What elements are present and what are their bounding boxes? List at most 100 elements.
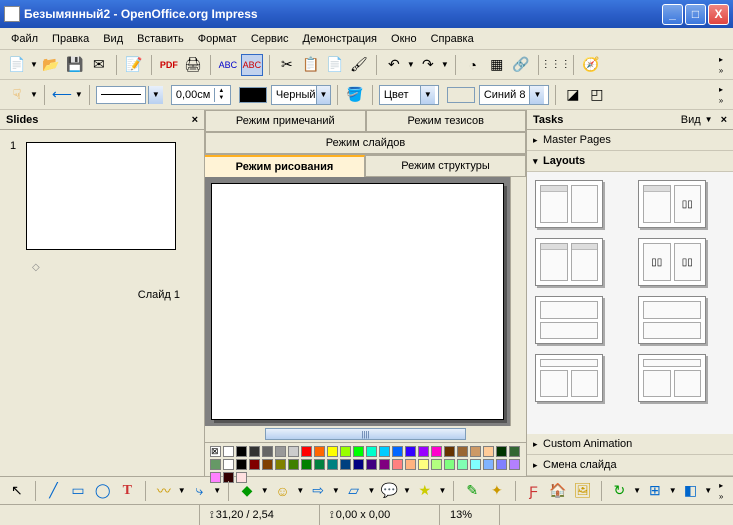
fill-type-dd-icon[interactable]: ▼ — [420, 86, 435, 104]
status-zoom[interactable]: 13% — [440, 505, 500, 525]
redo-dropdown-icon[interactable]: ▼ — [441, 60, 449, 69]
navigator-icon[interactable]: 🧭 — [580, 54, 602, 76]
color-swatch[interactable] — [340, 459, 351, 470]
color-swatch[interactable] — [496, 459, 507, 470]
auto-spellcheck-icon[interactable]: ABC — [241, 54, 263, 76]
line-style-dd-icon[interactable]: ▼ — [148, 86, 163, 104]
save-icon[interactable]: 💾 — [64, 54, 86, 76]
arrange-dd-icon[interactable]: ▼ — [704, 486, 712, 495]
line-style-selector[interactable] — [96, 86, 146, 104]
color-swatch[interactable] — [366, 446, 377, 457]
email-icon[interactable]: ✉ — [88, 54, 110, 76]
tasks-panel-close-icon[interactable]: × — [721, 114, 727, 126]
drawbar-expand-icon[interactable]: ▸» — [715, 480, 727, 502]
color-swatch[interactable] — [509, 446, 520, 457]
shadow-icon[interactable]: ◪ — [562, 84, 584, 106]
color-swatch[interactable] — [327, 446, 338, 457]
gallery-icon[interactable]: 🖼 — [572, 480, 594, 502]
minimize-button[interactable]: _ — [662, 4, 683, 25]
color-swatch[interactable] — [470, 459, 481, 470]
menu-edit[interactable]: Правка — [45, 31, 96, 47]
color-swatch[interactable] — [249, 459, 260, 470]
color-swatch[interactable] — [418, 446, 429, 457]
basic-shapes-icon[interactable]: ◆ — [236, 480, 258, 502]
color-swatch[interactable] — [249, 446, 260, 457]
open-icon[interactable]: 📂 — [40, 54, 62, 76]
redo-icon[interactable]: ↷ — [417, 54, 439, 76]
slide-canvas[interactable] — [211, 183, 504, 420]
arrange-icon[interactable]: ◧ — [680, 480, 702, 502]
stars-icon[interactable]: ★ — [414, 480, 436, 502]
menu-insert[interactable]: Вставить — [130, 31, 191, 47]
color-swatch[interactable] — [262, 459, 273, 470]
layout-item[interactable] — [535, 296, 603, 344]
color-swatch[interactable] — [353, 446, 364, 457]
grid-icon[interactable]: ⋮⋮⋮ — [545, 54, 567, 76]
color-swatch[interactable] — [275, 446, 286, 457]
color-swatch[interactable] — [366, 459, 377, 470]
line-icon[interactable]: ╱ — [43, 480, 65, 502]
layout-item[interactable] — [638, 296, 706, 344]
edit-doc-icon[interactable]: 📝 — [123, 54, 145, 76]
slides-panel-close-icon[interactable]: × — [192, 114, 198, 126]
color-swatch[interactable] — [509, 459, 520, 470]
maximize-button[interactable]: □ — [685, 4, 706, 25]
section-layouts[interactable]: ▾ Layouts — [527, 151, 733, 172]
chart-icon[interactable]: ◔ — [462, 54, 484, 76]
arrow-style-icon[interactable]: ⟵ — [51, 84, 73, 106]
fill-color-dd-icon[interactable]: ▼ — [529, 86, 544, 104]
color-swatch[interactable] — [379, 446, 390, 457]
slide-thumbnail[interactable] — [26, 142, 176, 250]
text-icon[interactable]: T — [116, 480, 138, 502]
color-swatch[interactable] — [314, 446, 325, 457]
color-swatch[interactable] — [288, 446, 299, 457]
color-swatch[interactable] — [379, 459, 390, 470]
menu-view[interactable]: Вид — [96, 31, 130, 47]
flowchart-dd-icon[interactable]: ▼ — [367, 486, 375, 495]
color-swatch[interactable] — [405, 459, 416, 470]
connector-dd-icon[interactable]: ▼ — [213, 486, 221, 495]
callout-icon[interactable]: 💬 — [378, 480, 400, 502]
menu-format[interactable]: Формат — [191, 31, 244, 47]
close-button[interactable]: X — [708, 4, 729, 25]
layout-item[interactable] — [535, 354, 603, 402]
ellipse-icon[interactable]: ◯ — [92, 480, 114, 502]
color-swatch[interactable] — [223, 459, 234, 470]
color-swatch[interactable] — [340, 446, 351, 457]
new-dropdown-icon[interactable]: ▼ — [30, 60, 38, 69]
tab-handout[interactable]: Режим тезисов — [366, 110, 527, 132]
color-swatch[interactable] — [496, 446, 507, 457]
flowchart-icon[interactable]: ▱ — [343, 480, 365, 502]
layout-item[interactable] — [535, 238, 603, 286]
connector-icon[interactable]: ⤷ — [189, 480, 211, 502]
color-swatch[interactable] — [444, 446, 455, 457]
rect-icon[interactable]: ▭ — [67, 480, 89, 502]
color-swatch[interactable] — [431, 459, 442, 470]
curve-icon[interactable]: 〰 — [153, 480, 175, 502]
format-paintbrush-icon[interactable]: 🖌 — [348, 54, 370, 76]
toolbar-expand-icon[interactable]: ▸» — [715, 54, 727, 76]
tab-notes[interactable]: Режим примечаний — [205, 110, 366, 132]
align-dd-icon[interactable]: ▼ — [669, 486, 677, 495]
color-swatch[interactable] — [405, 446, 416, 457]
color-swatch[interactable] — [223, 446, 234, 457]
line-color-dd-icon[interactable]: ▼ — [316, 86, 330, 104]
menu-window[interactable]: Окно — [384, 31, 424, 47]
curve-dd-icon[interactable]: ▼ — [178, 486, 186, 495]
rotate-icon[interactable]: ↻ — [609, 480, 631, 502]
color-swatch[interactable] — [483, 459, 494, 470]
fill-type-selector[interactable]: Цвет ▼ — [379, 85, 439, 105]
color-swatch[interactable] — [301, 446, 312, 457]
color-swatch[interactable] — [236, 459, 247, 470]
arrow-dd-icon[interactable]: ▼ — [75, 90, 83, 99]
color-swatch[interactable] — [353, 459, 364, 470]
paste-icon[interactable]: 📄 — [324, 54, 346, 76]
stars-dd-icon[interactable]: ▼ — [439, 486, 447, 495]
color-swatch[interactable] — [457, 446, 468, 457]
fill-bucket-icon[interactable]: 🪣 — [344, 84, 366, 106]
crop-icon[interactable]: ◰ — [586, 84, 608, 106]
toolbar2-expand-icon[interactable]: ▸» — [715, 84, 727, 106]
block-arrows-icon[interactable]: ⇨ — [307, 480, 329, 502]
color-swatch[interactable] — [236, 446, 247, 457]
layout-item[interactable]: ▯▯ — [638, 180, 706, 228]
